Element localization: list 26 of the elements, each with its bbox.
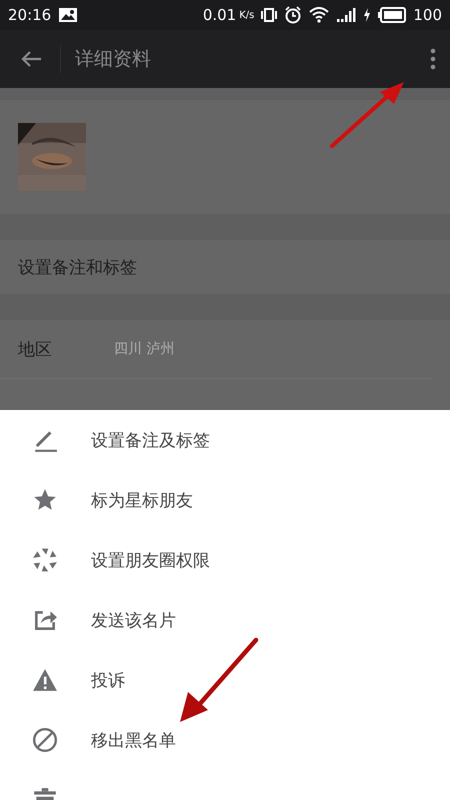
menu-item[interactable]: 发送该名片 [0,590,450,650]
screen-title: 详细资料 [75,47,151,72]
menu-item[interactable]: 设置朋友圈权限 [0,530,450,590]
signal-icon [336,7,356,23]
alarm-icon [284,6,302,24]
battery-icon [378,7,406,23]
wifi-icon [309,7,330,23]
menu-item[interactable]: 投诉 [0,650,450,710]
menu-item[interactable]: 移出黑名单 [0,710,450,770]
charging-icon [363,8,372,22]
row-label: 设置备注和标签 [18,256,137,278]
prohibited-icon [32,727,58,753]
field-value: 四川 泸州 [114,340,174,358]
back-arrow-icon [20,50,42,68]
more-icon [430,48,436,70]
speed-unit: K/s [239,10,254,20]
network-speed: 0.01 [202,6,236,24]
aperture-icon [32,547,58,573]
battery-percent: 100 [413,6,442,24]
field-label: 地区 [18,338,53,360]
menu-item[interactable]: 设置备注及标签 [0,410,450,470]
warning-icon [32,667,58,693]
vibrate-icon [261,7,278,23]
menu-item[interactable]: 标为星标朋友 [0,470,450,530]
image-icon [58,7,78,23]
clock-time: 20:16 [8,6,52,24]
